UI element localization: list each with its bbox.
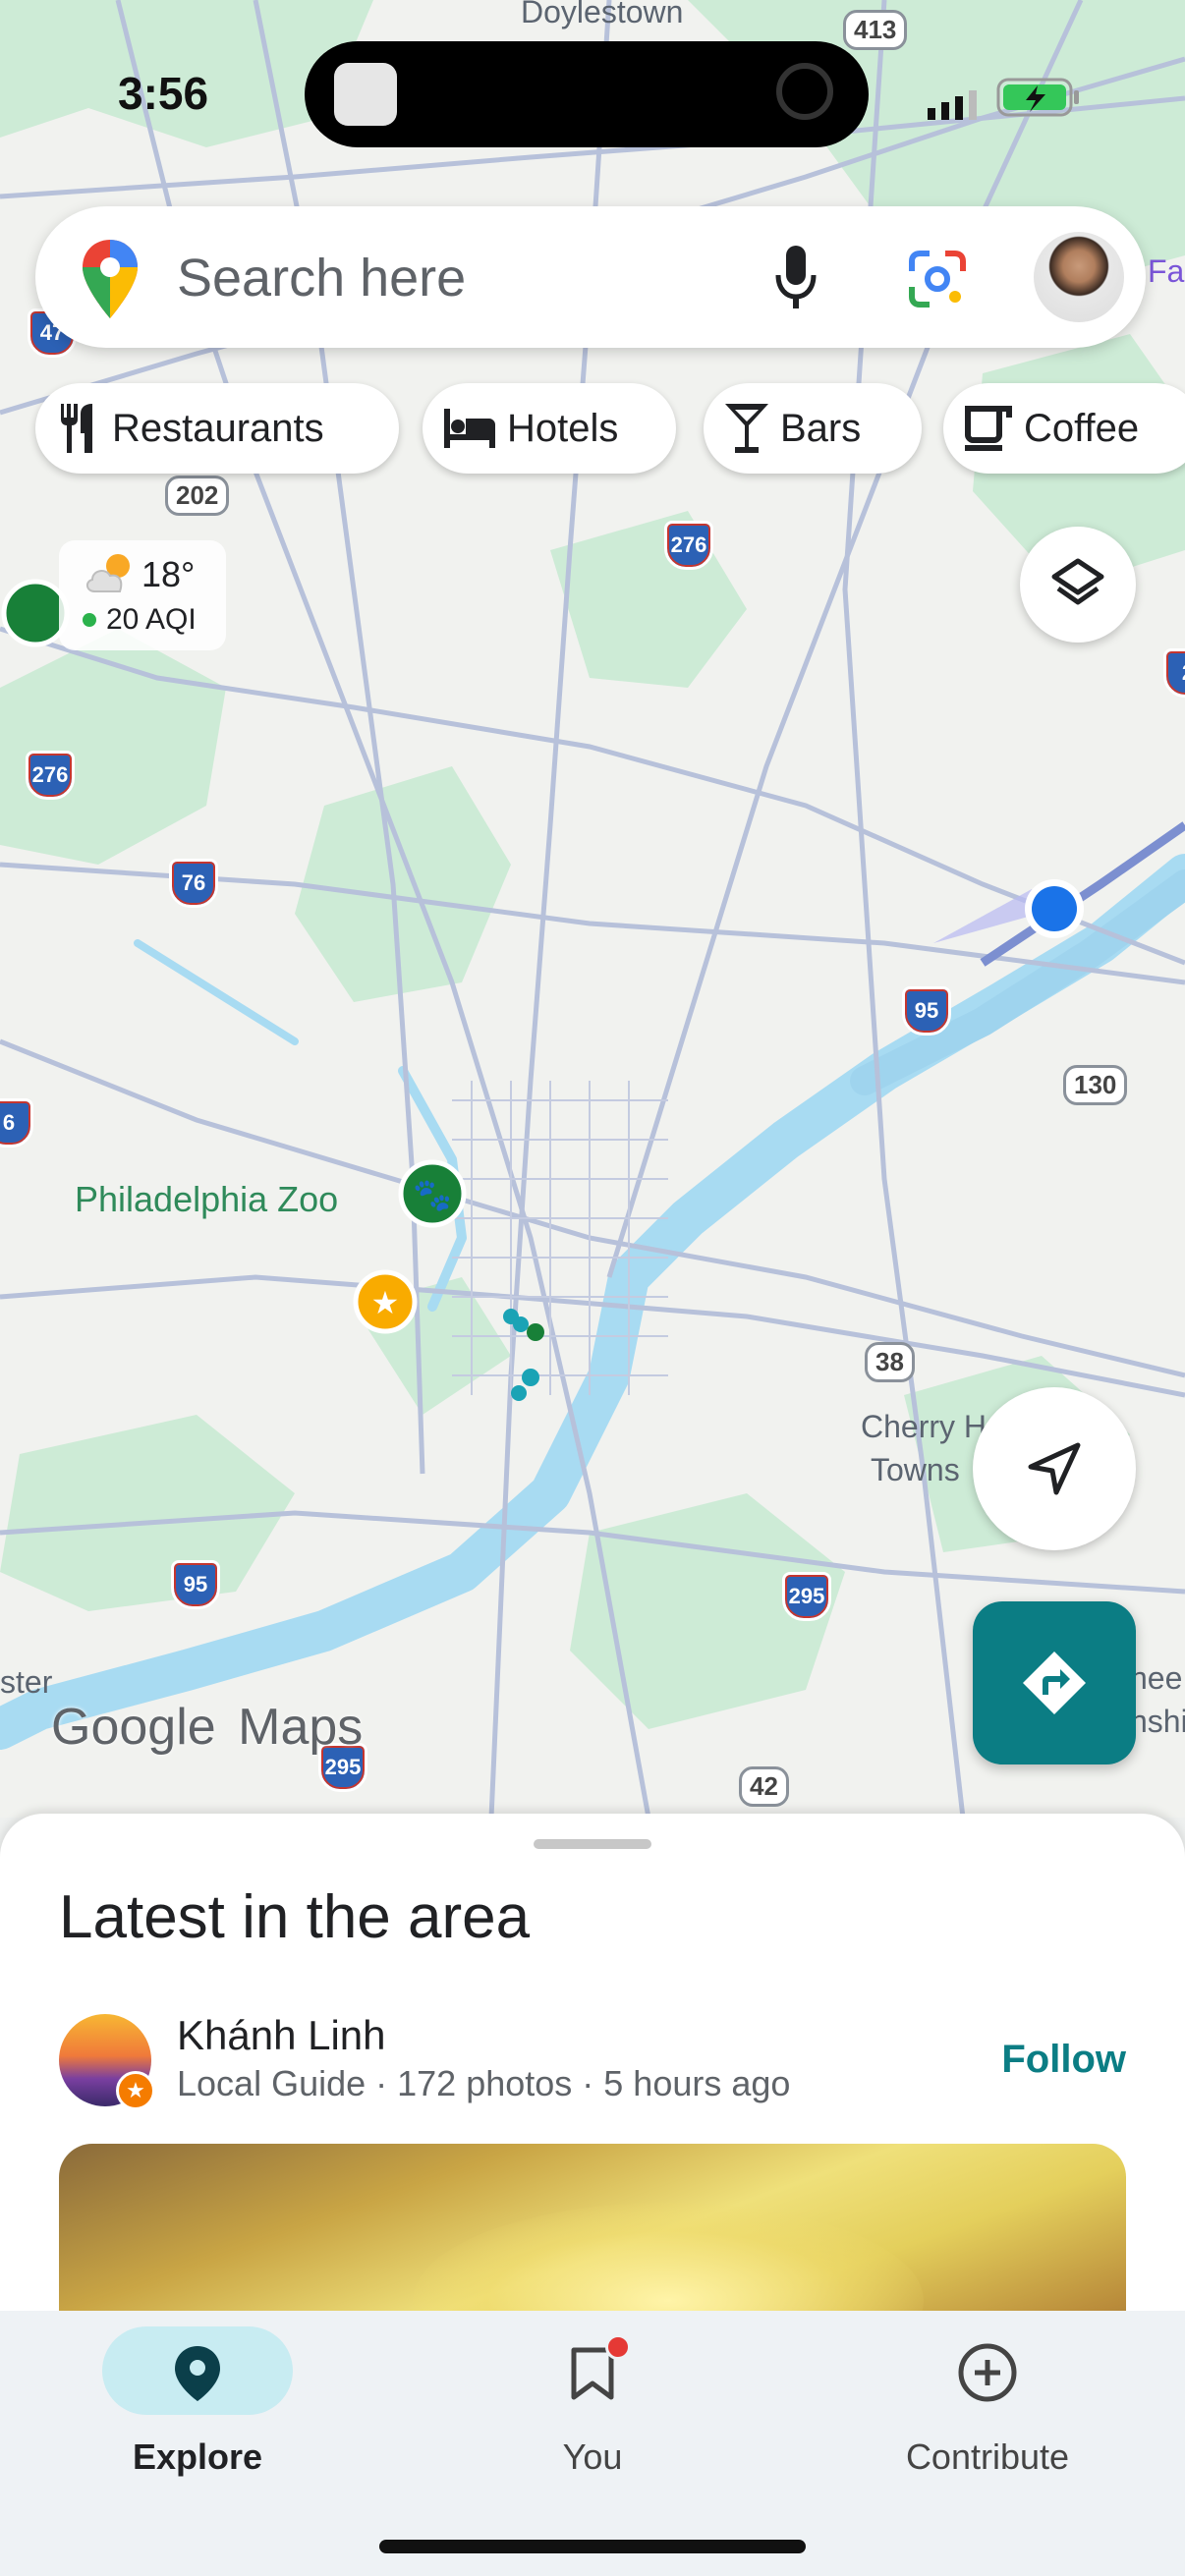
notification-badge bbox=[605, 2334, 631, 2360]
bed-icon bbox=[444, 409, 495, 448]
route-shield-276b: 276 bbox=[26, 751, 75, 800]
home-indicator bbox=[379, 2540, 806, 2553]
svg-text:🐾: 🐾 bbox=[413, 1176, 452, 1213]
nav-contribute[interactable]: Contribute bbox=[790, 2311, 1185, 2507]
map-label-towns: Towns bbox=[871, 1452, 960, 1487]
svg-text:★: ★ bbox=[371, 1284, 400, 1321]
microphone-icon[interactable] bbox=[774, 246, 818, 315]
status-bar: 3:56 bbox=[0, 0, 1185, 147]
directions-button[interactable] bbox=[973, 1601, 1136, 1764]
map-label-zoo[interactable]: Philadelphia Zoo bbox=[75, 1179, 338, 1220]
layers-icon bbox=[1051, 558, 1104, 605]
camera-app-icon bbox=[334, 63, 397, 126]
avatar[interactable] bbox=[1034, 232, 1124, 322]
search-bar[interactable]: Search here bbox=[35, 206, 1146, 348]
google-maps-logo: Google Maps bbox=[51, 1698, 363, 1757]
dynamic-island bbox=[305, 41, 869, 147]
google-lens-icon[interactable] bbox=[908, 250, 967, 313]
directions-icon bbox=[1023, 1652, 1086, 1714]
nav-explore-label: Explore bbox=[132, 2436, 263, 2477]
nav-you-label: You bbox=[562, 2436, 623, 2477]
coffee-cup-icon bbox=[965, 406, 1012, 451]
navigation-arrow-icon bbox=[1028, 1442, 1081, 1495]
fork-knife-icon bbox=[61, 404, 92, 453]
aqi-dot bbox=[83, 613, 96, 627]
route-shield-95a: 95 bbox=[902, 986, 951, 1036]
sheet-drag-handle[interactable] bbox=[534, 1839, 651, 1849]
nav-you[interactable]: You bbox=[395, 2311, 790, 2507]
location-pin-icon bbox=[175, 2346, 220, 2401]
local-guide-badge-icon: ★ bbox=[116, 2071, 155, 2110]
route-shield-42: 42 bbox=[739, 1766, 789, 1807]
chip-label: Coffee bbox=[1024, 406, 1140, 450]
add-circle-icon bbox=[958, 2343, 1017, 2402]
author-name[interactable]: Khánh Linh bbox=[177, 2012, 386, 2059]
google-logo-text: Google bbox=[51, 1699, 216, 1756]
author-meta: Local Guide · 172 photos · 5 hours ago bbox=[177, 2063, 791, 2103]
chip-label: Hotels bbox=[507, 406, 619, 450]
chip-label: Restaurants bbox=[112, 406, 324, 450]
maps-pin-logo-icon bbox=[83, 240, 138, 323]
chip-bars[interactable]: Bars bbox=[704, 383, 922, 474]
route-shield-76a: 76 bbox=[169, 859, 218, 908]
cocktail-icon bbox=[725, 404, 768, 453]
weather-aqi: 20 AQI bbox=[106, 603, 197, 636]
chip-restaurants[interactable]: Restaurants bbox=[35, 383, 399, 474]
follow-button[interactable]: Follow bbox=[1001, 2038, 1126, 2082]
chip-coffee[interactable]: Coffee bbox=[943, 383, 1185, 474]
chip-label: Bars bbox=[780, 406, 862, 450]
search-input[interactable]: Search here bbox=[177, 248, 466, 308]
recenter-button[interactable] bbox=[973, 1387, 1136, 1550]
status-time: 3:56 bbox=[118, 68, 209, 119]
layers-button[interactable] bbox=[1020, 527, 1136, 643]
route-shield-202: 202 bbox=[165, 476, 230, 516]
route-shield-95b: 95 bbox=[171, 1560, 220, 1609]
signal-icon bbox=[928, 90, 983, 125]
map-label-hee: hee bbox=[1130, 1660, 1183, 1696]
partly-cloudy-icon bbox=[85, 552, 136, 598]
weather-widget[interactable]: 18° 20 AQI bbox=[59, 540, 226, 650]
route-shield-276a: 276 bbox=[664, 521, 713, 570]
author-avatar[interactable]: ★ bbox=[59, 2014, 155, 2110]
nav-explore[interactable]: Explore bbox=[0, 2311, 395, 2507]
map-label-ster: ster bbox=[0, 1664, 53, 1700]
map-label-cherry: Cherry H bbox=[861, 1409, 988, 1444]
activity-ring-icon bbox=[776, 63, 833, 120]
nav-contribute-label: Contribute bbox=[905, 2436, 1070, 2477]
weather-temp: 18° bbox=[141, 554, 196, 594]
map-label-fa: Fa bbox=[1148, 253, 1185, 289]
battery-charging-icon bbox=[996, 77, 1081, 123]
chip-hotels[interactable]: Hotels bbox=[423, 383, 676, 474]
map-label-nshi: nshi bbox=[1130, 1704, 1185, 1739]
route-shield-130: 130 bbox=[1063, 1065, 1128, 1105]
bottom-navigation: Explore You Contribute bbox=[0, 2311, 1185, 2576]
route-shield-295a: 295 bbox=[782, 1572, 831, 1621]
maps-logo-text: Maps bbox=[238, 1699, 364, 1756]
route-shield-38: 38 bbox=[865, 1342, 915, 1382]
sheet-title: Latest in the area bbox=[59, 1883, 531, 1951]
